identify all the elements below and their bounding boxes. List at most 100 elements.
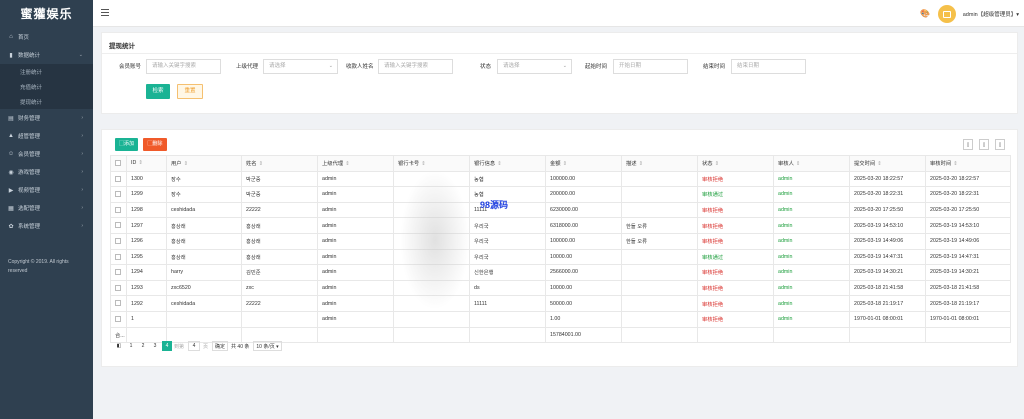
total-amount: 15784001.00 xyxy=(545,326,622,344)
sidebar-item-system[interactable]: ✿ 系统管理 › xyxy=(0,217,93,235)
row-checkbox[interactable] xyxy=(110,217,127,234)
column-header[interactable]: 姓名 ⇕ xyxy=(241,155,318,172)
avatar[interactable] xyxy=(938,5,956,23)
total-cell-empty xyxy=(393,326,470,344)
page-3[interactable]: 3 xyxy=(150,341,160,351)
column-header[interactable]: 提交时间 ⇕ xyxy=(849,155,926,172)
goto-confirm-button[interactable]: 确定 xyxy=(212,341,229,351)
cell-bank-info: 우리국 xyxy=(469,248,546,266)
cell-parent-agent: admin xyxy=(317,248,394,266)
status-select[interactable]: 请选择 ⌄ xyxy=(497,59,572,74)
cell-bank-info: 우리국 xyxy=(469,217,546,234)
cell-submit-time: 2025-03-20 17:25:50 xyxy=(849,201,926,219)
table-row[interactable]: 1294 harry 김민준 admin 신한은행 2566000.00 审核拒绝 admin… xyxy=(110,264,1011,281)
column-header[interactable]: 上级代理 ⇕ xyxy=(317,155,394,172)
row-checkbox[interactable] xyxy=(110,170,127,188)
menu-toggle-icon[interactable] xyxy=(101,9,109,16)
sort-icon: ⇕ xyxy=(421,161,426,168)
palette-icon[interactable]: 🎨 xyxy=(920,9,930,18)
sidebar-item-home[interactable]: ⌂ 首页 xyxy=(0,28,93,46)
sidebar-item-videos[interactable]: ▶ 视频管理 › xyxy=(0,181,93,199)
row-checkbox[interactable] xyxy=(110,201,127,219)
column-header[interactable]: 银行卡号 ⇕ xyxy=(393,155,470,172)
start-date-input[interactable]: 开始日期 xyxy=(613,59,688,74)
page-1[interactable]: 1 xyxy=(126,341,136,351)
cell-status: 审核拒绝 xyxy=(697,279,774,297)
divider xyxy=(102,53,1017,54)
column-header[interactable]: 审核人 ⇕ xyxy=(773,155,850,172)
goto-page-input[interactable]: 4 xyxy=(188,341,201,351)
parent-agent-select[interactable]: 请选择 ⌄ xyxy=(263,59,338,74)
table-row[interactable]: 1296 홍상래 홍상래 admin 우리국 100000.00 한들 오류 审核拒绝 admi… xyxy=(110,232,1011,250)
column-header[interactable]: 描述 ⇕ xyxy=(621,155,698,172)
sidebar-item-members[interactable]: ☺ 会员管理 › xyxy=(0,145,93,163)
row-checkbox[interactable] xyxy=(110,232,127,250)
page-2[interactable]: 2 xyxy=(138,341,148,351)
prev-page-icon[interactable]: ◧ xyxy=(114,341,124,351)
export-icon[interactable]: ▯ xyxy=(979,139,989,150)
cell-id: 1 xyxy=(126,310,167,328)
column-header-label: 金额 xyxy=(550,161,561,168)
sort-icon: ⇕ xyxy=(953,161,958,168)
row-checkbox[interactable] xyxy=(110,248,127,266)
payee-name-input[interactable]: 请输入关键字搜索 xyxy=(378,59,453,74)
table-row[interactable]: 1300 장수 박군중 admin 농협 100000.00 审核拒绝 admin 2025-0… xyxy=(110,170,1011,188)
total-cell-empty xyxy=(773,326,850,344)
sidebar-subitem-withdraw[interactable]: 提现统计 xyxy=(0,94,93,109)
sidebar-subitem-recharge[interactable]: 充值统计 xyxy=(0,79,93,94)
cell-name xyxy=(241,310,318,328)
table-row[interactable]: 1297 홍상래 홍상래 admin 우리국 6318000.00 한들 오류 审核拒绝 adm… xyxy=(110,217,1011,234)
cell-bank-info xyxy=(469,310,546,328)
row-checkbox[interactable] xyxy=(110,279,127,297)
column-header[interactable]: 用户 ⇕ xyxy=(166,155,242,172)
sidebar-item-finance[interactable]: ▤ 财务管理 › xyxy=(0,109,93,127)
column-header[interactable]: 金额 ⇕ xyxy=(545,155,622,172)
page-4-current[interactable]: 4 xyxy=(162,341,172,351)
cell-parent-agent: admin xyxy=(317,170,394,188)
sidebar-item-config[interactable]: ▦ 选配管理 › xyxy=(0,199,93,217)
row-checkbox[interactable] xyxy=(110,295,127,312)
cell-description xyxy=(621,170,698,188)
delete-button[interactable]: ▢删除 xyxy=(143,138,167,151)
select-all-checkbox[interactable] xyxy=(110,155,127,172)
cell-reviewer: admin xyxy=(773,232,850,250)
cell-user: ceshidada xyxy=(166,295,242,312)
cell-description xyxy=(621,295,698,312)
sidebar-item-label: 会员管理 xyxy=(18,152,41,158)
cell-reviewer: admin xyxy=(773,248,850,266)
cell-user: 홍상래 xyxy=(166,232,242,250)
column-header[interactable]: 状态 ⇕ xyxy=(697,155,774,172)
cell-reviewer: admin xyxy=(773,264,850,281)
cell-parent-agent: admin xyxy=(317,310,394,328)
search-button[interactable]: 检索 xyxy=(146,84,170,99)
end-date-input[interactable]: 结束日期 xyxy=(731,59,806,74)
print-icon[interactable]: ▯ xyxy=(995,139,1005,150)
table-row[interactable]: 1298 ceshidada 22222 admin 11111 6230000.00 审核… xyxy=(110,201,1011,219)
add-button[interactable]: ▢添加 xyxy=(115,138,138,151)
reset-button[interactable]: 重置 xyxy=(177,84,203,99)
member-account-input[interactable]: 请输入关键字搜索 xyxy=(146,59,221,74)
column-header[interactable]: 银行信息 ⇕ xyxy=(469,155,546,172)
cell-name: 22222 xyxy=(241,201,318,219)
table-row[interactable]: 1293 zxc6520 zxc admin ds 10000.00 审核拒绝 admin 20… xyxy=(110,279,1011,297)
sidebar-item-games[interactable]: ◉ 游戏管理 › xyxy=(0,163,93,181)
column-header[interactable]: 审核时间 ⇕ xyxy=(925,155,1011,172)
row-checkbox[interactable] xyxy=(110,310,127,328)
page-size-select[interactable]: 10 条/页 ▾ xyxy=(253,341,282,351)
column-header[interactable]: ID ⇕ xyxy=(126,155,167,172)
user-menu[interactable]: admin【超级管理员】▾ xyxy=(963,10,1019,18)
cell-parent-agent: admin xyxy=(317,186,394,203)
sidebar-item-label: 首页 xyxy=(18,35,30,41)
table-row[interactable]: 1292 ceshidada 22222 admin 11111 50000.00 审核拒绝… xyxy=(110,295,1011,312)
sidebar-item-superadmin[interactable]: ▲ 超管管理 › xyxy=(0,127,93,145)
sidebar-item-statistics[interactable]: ▮ 数据统计 ⌄ xyxy=(0,46,93,64)
columns-icon[interactable]: ▯ xyxy=(963,139,973,150)
payee-name-label: 收款人姓名 xyxy=(346,64,374,70)
row-checkbox[interactable] xyxy=(110,186,127,203)
table-row[interactable]: 1295 홍상래 홍상래 admin 우리국 10000.00 审核通过 admin 2025-… xyxy=(110,248,1011,266)
sidebar-subitem-register[interactable]: 注册统计 xyxy=(0,64,93,79)
cell-description: 한들 오류 xyxy=(621,232,698,250)
row-checkbox[interactable] xyxy=(110,264,127,281)
table-row[interactable]: 1299 장수 박군중 admin 농협 200000.00 审核通过 admin 2025-0… xyxy=(110,186,1011,203)
table-row[interactable]: 1 admin 1.00 审核拒绝 admin 1970-01-01 08:00:01 19… xyxy=(110,310,1011,328)
